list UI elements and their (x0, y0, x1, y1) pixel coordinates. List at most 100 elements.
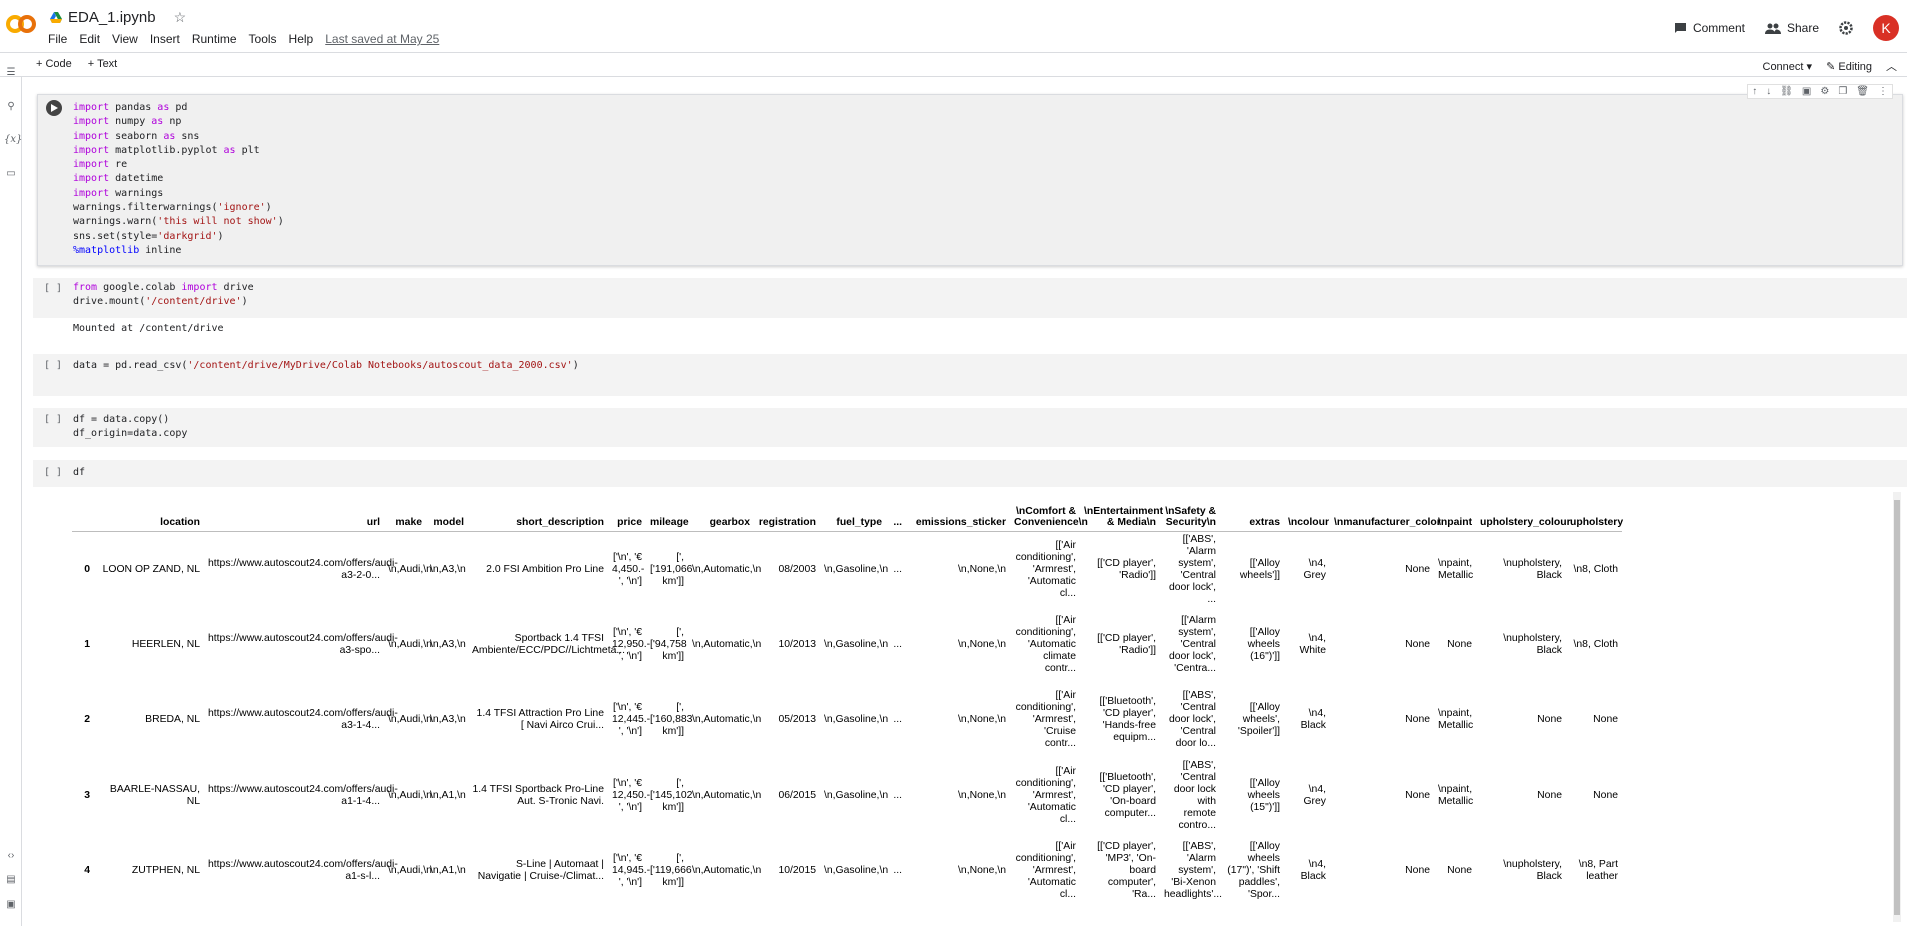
collapse-header-icon[interactable]: ︿ (1886, 58, 1897, 74)
people-icon (1764, 23, 1781, 34)
table-cell: https://www.autoscout24.com/offers/audi-… (208, 557, 398, 581)
move-down-icon[interactable]: ↓ (1766, 86, 1771, 97)
code-cell-5[interactable] (33, 460, 1907, 487)
code-snippets-icon[interactable]: ‹› (4, 850, 18, 862)
table-cell: [['Alloy wheels (17")', 'Shift paddles',… (1227, 841, 1280, 900)
table-cell: HEERLEN, NL (131, 639, 200, 650)
row-index: 3 (84, 789, 90, 801)
table-cell: 10/2013 (778, 639, 816, 650)
run-marker-4[interactable]: [ ] (44, 414, 62, 425)
table-cell: None (1405, 865, 1430, 876)
notebook-title[interactable]: EDA_1.ipynb (68, 9, 156, 26)
table-cell: [['Alloy wheels']] (1239, 557, 1280, 581)
mirror-cell-icon[interactable]: ❐ (1838, 86, 1847, 97)
table-cell: None (1447, 865, 1472, 876)
table-cell: \n,Audi,\n (388, 563, 432, 575)
code-token: as (163, 130, 176, 142)
scrollbar-thumb[interactable] (1894, 500, 1900, 915)
column-header: short_description (468, 493, 608, 532)
connect-button[interactable]: Connect ▾ (1763, 60, 1813, 73)
editing-button[interactable]: ✎ Editing (1826, 60, 1872, 73)
code-cell-2[interactable] (33, 278, 1907, 318)
table-cell: https://www.autoscout24.com/offers/audi-… (208, 708, 398, 731)
code-token: pd (169, 102, 188, 113)
link-icon[interactable]: ⛓ (1780, 86, 1793, 97)
code-token: 'darkgrid' (157, 230, 218, 242)
comment-cell-icon[interactable]: ▣ (1802, 86, 1811, 97)
folder-icon[interactable]: ▭ (4, 168, 18, 180)
code-token: as (151, 116, 164, 128)
table-cell: [['Alarm system', 'Central door lock', '… (1168, 615, 1216, 674)
add-text-button[interactable]: + Text (88, 58, 117, 70)
code-token: df = data.copy() (73, 414, 170, 425)
code-token: inline (139, 244, 182, 256)
menu-edit[interactable]: Edit (79, 32, 100, 46)
toolbar-left: + Code + Text (36, 58, 117, 70)
code-editor-5[interactable]: df (73, 466, 85, 480)
search-icon[interactable]: ⚲ (4, 101, 18, 113)
table-cell: ... (893, 563, 902, 575)
last-saved-link[interactable]: Last saved at May 25 (325, 32, 439, 46)
colab-logo[interactable] (6, 13, 36, 35)
avatar[interactable]: K (1873, 15, 1899, 41)
add-code-button[interactable]: + Code (36, 58, 72, 70)
menu-tools[interactable]: Tools (249, 32, 277, 46)
code-editor-2[interactable]: from google.colab import drive drive.mou… (73, 281, 254, 310)
column-header: \nSafety & Security\n (1160, 493, 1220, 532)
code-editor-4[interactable]: df = data.copy() df_origin=data.copy (73, 413, 187, 442)
play-icon (50, 104, 58, 112)
code-token: ) (217, 230, 224, 242)
code-editor-3[interactable]: data = pd.read_csv('/content/drive/MyDri… (73, 359, 579, 373)
code-token: google.colab (97, 282, 182, 293)
code-cell-1[interactable] (37, 94, 1903, 266)
table-cell: [['CD player', 'MP3', 'On-board computer… (1097, 841, 1156, 900)
comment-button[interactable]: Comment (1674, 21, 1745, 35)
terminal-icon[interactable]: ▣ (4, 899, 18, 911)
code-editor-1[interactable]: import pandas as pd import numpy as np i… (73, 101, 284, 258)
table-cell: None (1405, 563, 1430, 575)
table-cell: 10/2015 (778, 865, 816, 876)
table-cell: \n4, White (1299, 633, 1326, 656)
output-scrollbar[interactable] (1893, 492, 1901, 922)
menu-runtime[interactable]: Runtime (192, 32, 237, 46)
run-marker-2[interactable]: [ ] (44, 283, 62, 294)
cell-settings-icon[interactable]: ⚙ (1820, 86, 1829, 97)
column-header: registration (754, 493, 820, 532)
command-palette-icon[interactable]: ▤ (4, 874, 18, 886)
table-cell: ... (893, 714, 902, 725)
run-marker-5[interactable]: [ ] (44, 467, 62, 478)
code-token: np (163, 116, 182, 128)
move-up-icon[interactable]: ↑ (1752, 86, 1757, 97)
table-cell: https://www.autoscout24.com/offers/audi-… (208, 633, 398, 656)
table-cell: https://www.autoscout24.com/offers/audi-… (208, 783, 398, 807)
code-token: import (73, 116, 110, 128)
more-options-icon[interactable]: ⋮ (1878, 86, 1888, 97)
column-header: mileage (646, 493, 689, 532)
menu-help[interactable]: Help (289, 32, 314, 46)
run-cell-button[interactable] (46, 100, 62, 116)
table-cell: None (1405, 714, 1430, 725)
menu-file[interactable]: File (48, 32, 67, 46)
table-cell: \n,Automatic,\n (692, 865, 762, 876)
table-cell: BREDA, NL (145, 714, 200, 725)
column-header: upholstery_colour (1476, 493, 1571, 532)
variables-icon[interactable]: {x} (4, 134, 22, 146)
code-cell-4[interactable] (33, 408, 1907, 447)
delete-icon[interactable]: 🗑 (1856, 86, 1869, 97)
table-cell: None (1405, 639, 1430, 650)
table-cell: 1.4 TFSI Attraction Pro Line [ Navi Airc… (476, 708, 604, 731)
code-token: ) (241, 296, 248, 308)
table-cell: \n8, Cloth (1573, 639, 1618, 650)
table-cell: ... (893, 865, 902, 876)
menu-insert[interactable]: Insert (150, 32, 180, 46)
share-button[interactable]: Share (1764, 21, 1819, 35)
run-marker-3[interactable]: [ ] (44, 360, 62, 371)
table-cell: [['Alloy wheels', 'Spoiler']] (1237, 702, 1280, 737)
table-cell: ['\n', '€ 12,445.-', '\n'] (612, 702, 651, 737)
table-cell: None (1537, 789, 1562, 801)
table-of-contents-icon[interactable]: ☰ (4, 67, 18, 79)
comment-label: Comment (1692, 21, 1745, 35)
settings-gear-icon[interactable] (1839, 21, 1853, 35)
menu-view[interactable]: View (112, 32, 138, 46)
star-icon[interactable]: ☆ (174, 9, 187, 26)
